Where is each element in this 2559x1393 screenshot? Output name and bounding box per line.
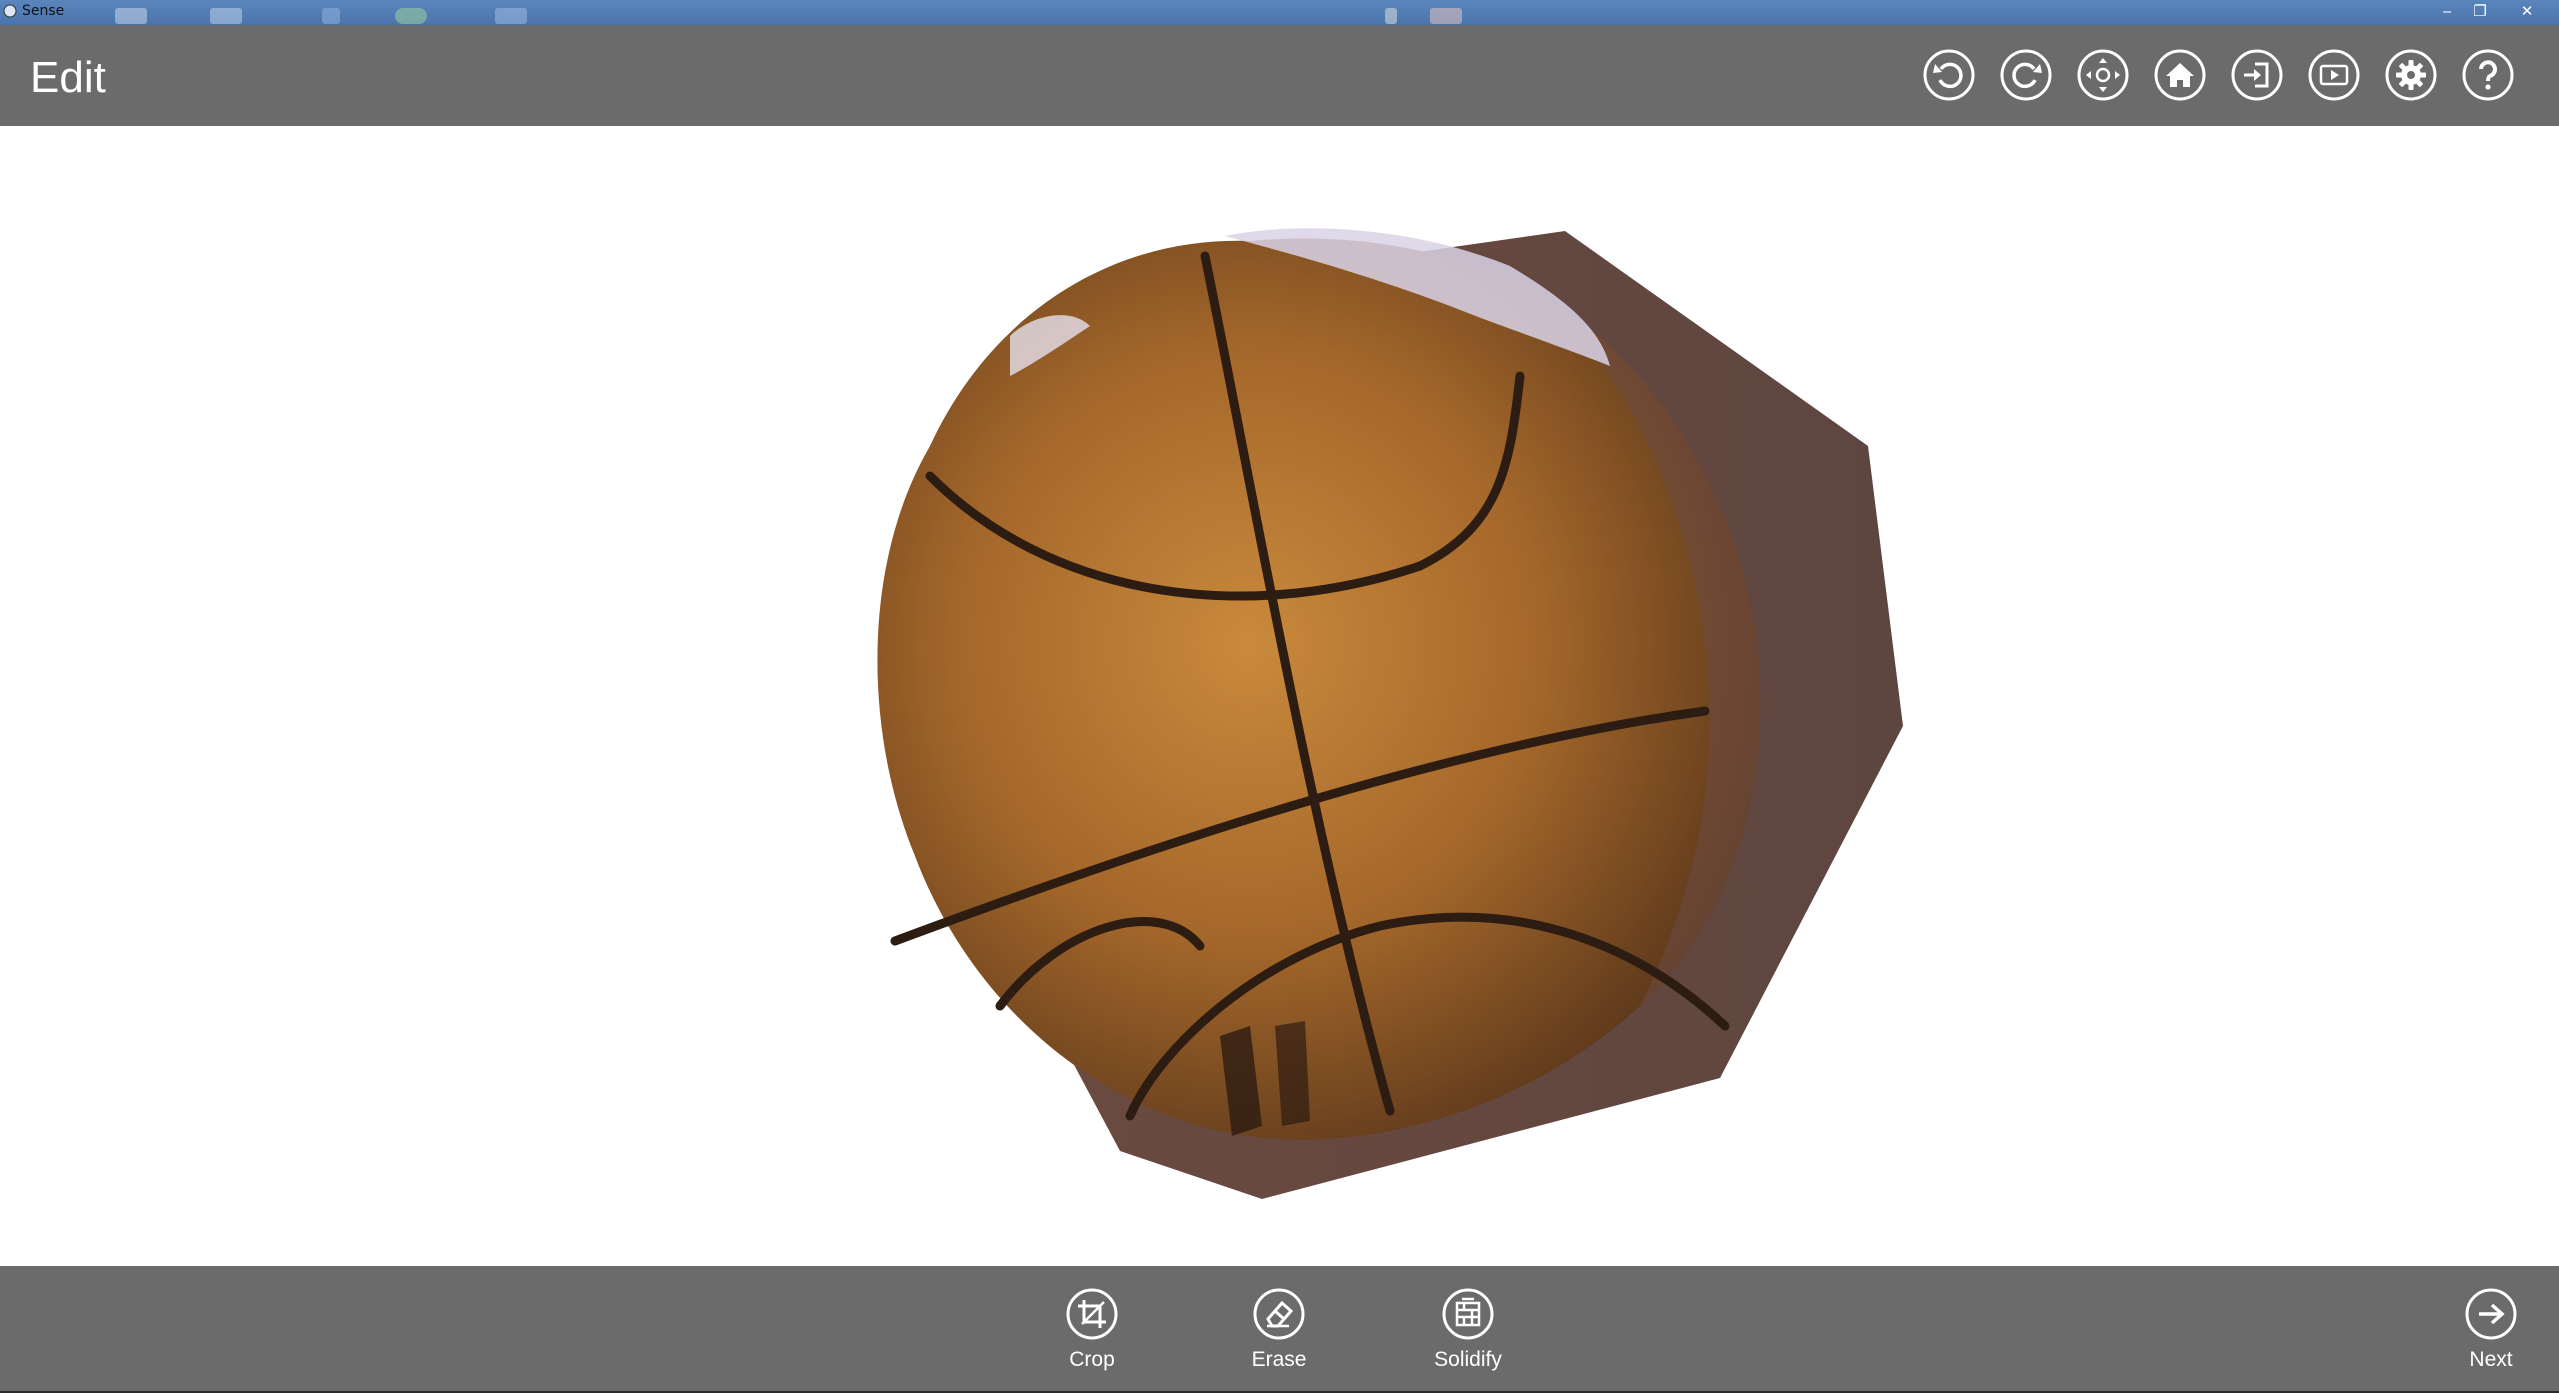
taskbar-app-icon[interactable] <box>395 8 427 24</box>
play-icon <box>2308 49 2360 101</box>
window-titlebar: Sense ‒ ❐ ✕ <box>0 0 2559 25</box>
erase-button[interactable]: Erase <box>1209 1286 1349 1372</box>
eraser-icon <box>1253 1288 1305 1340</box>
import-icon <box>2231 49 2283 101</box>
redo-icon <box>2000 49 2052 101</box>
taskbar-app-icon[interactable] <box>322 8 340 24</box>
undo-button[interactable] <box>1921 47 1977 103</box>
move-icon <box>2077 49 2129 101</box>
solidify-button[interactable]: Solidify <box>1398 1286 1538 1372</box>
erase-label: Erase <box>1251 1348 1307 1371</box>
taskbar-app-icon[interactable] <box>115 8 147 24</box>
window-title: Sense <box>22 3 65 19</box>
crop-label: Crop <box>1069 1348 1115 1371</box>
taskbar-app-icon[interactable] <box>1385 8 1397 24</box>
scanned-basketball-model[interactable] <box>0 126 2559 1266</box>
model-viewport[interactable] <box>0 126 2559 1266</box>
crop-icon <box>1066 1288 1118 1340</box>
play-button[interactable] <box>2306 47 2362 103</box>
solidify-label: Solidify <box>1434 1348 1502 1371</box>
close-button[interactable]: ✕ <box>2510 0 2544 22</box>
help-icon <box>2462 49 2514 101</box>
settings-button[interactable] <box>2383 47 2439 103</box>
restore-button[interactable]: ❐ <box>2463 0 2497 22</box>
app-logo-icon <box>3 4 17 18</box>
bottom-command-bar: Crop Erase Solidify Next <box>0 1266 2559 1393</box>
move-button[interactable] <box>2075 47 2131 103</box>
page-title: Edit <box>30 53 106 102</box>
redo-button[interactable] <box>1998 47 2054 103</box>
taskbar-app-icon[interactable] <box>1430 8 1462 24</box>
home-icon <box>2154 49 2206 101</box>
arrow-right-icon <box>2465 1288 2517 1340</box>
help-button[interactable] <box>2460 47 2516 103</box>
import-button[interactable] <box>2229 47 2285 103</box>
taskbar-app-icon[interactable] <box>210 8 242 24</box>
taskbar-app-icon[interactable] <box>495 8 527 24</box>
crop-button[interactable]: Crop <box>1022 1286 1162 1372</box>
minimize-button[interactable]: ‒ <box>2430 0 2464 22</box>
app-header: Edit <box>0 25 2559 126</box>
settings-icon <box>2385 49 2437 101</box>
undo-icon <box>1923 49 1975 101</box>
next-button[interactable]: Next <box>2421 1286 2559 1372</box>
solidify-icon <box>1442 1288 1494 1340</box>
home-button[interactable] <box>2152 47 2208 103</box>
next-label: Next <box>2469 1348 2513 1371</box>
